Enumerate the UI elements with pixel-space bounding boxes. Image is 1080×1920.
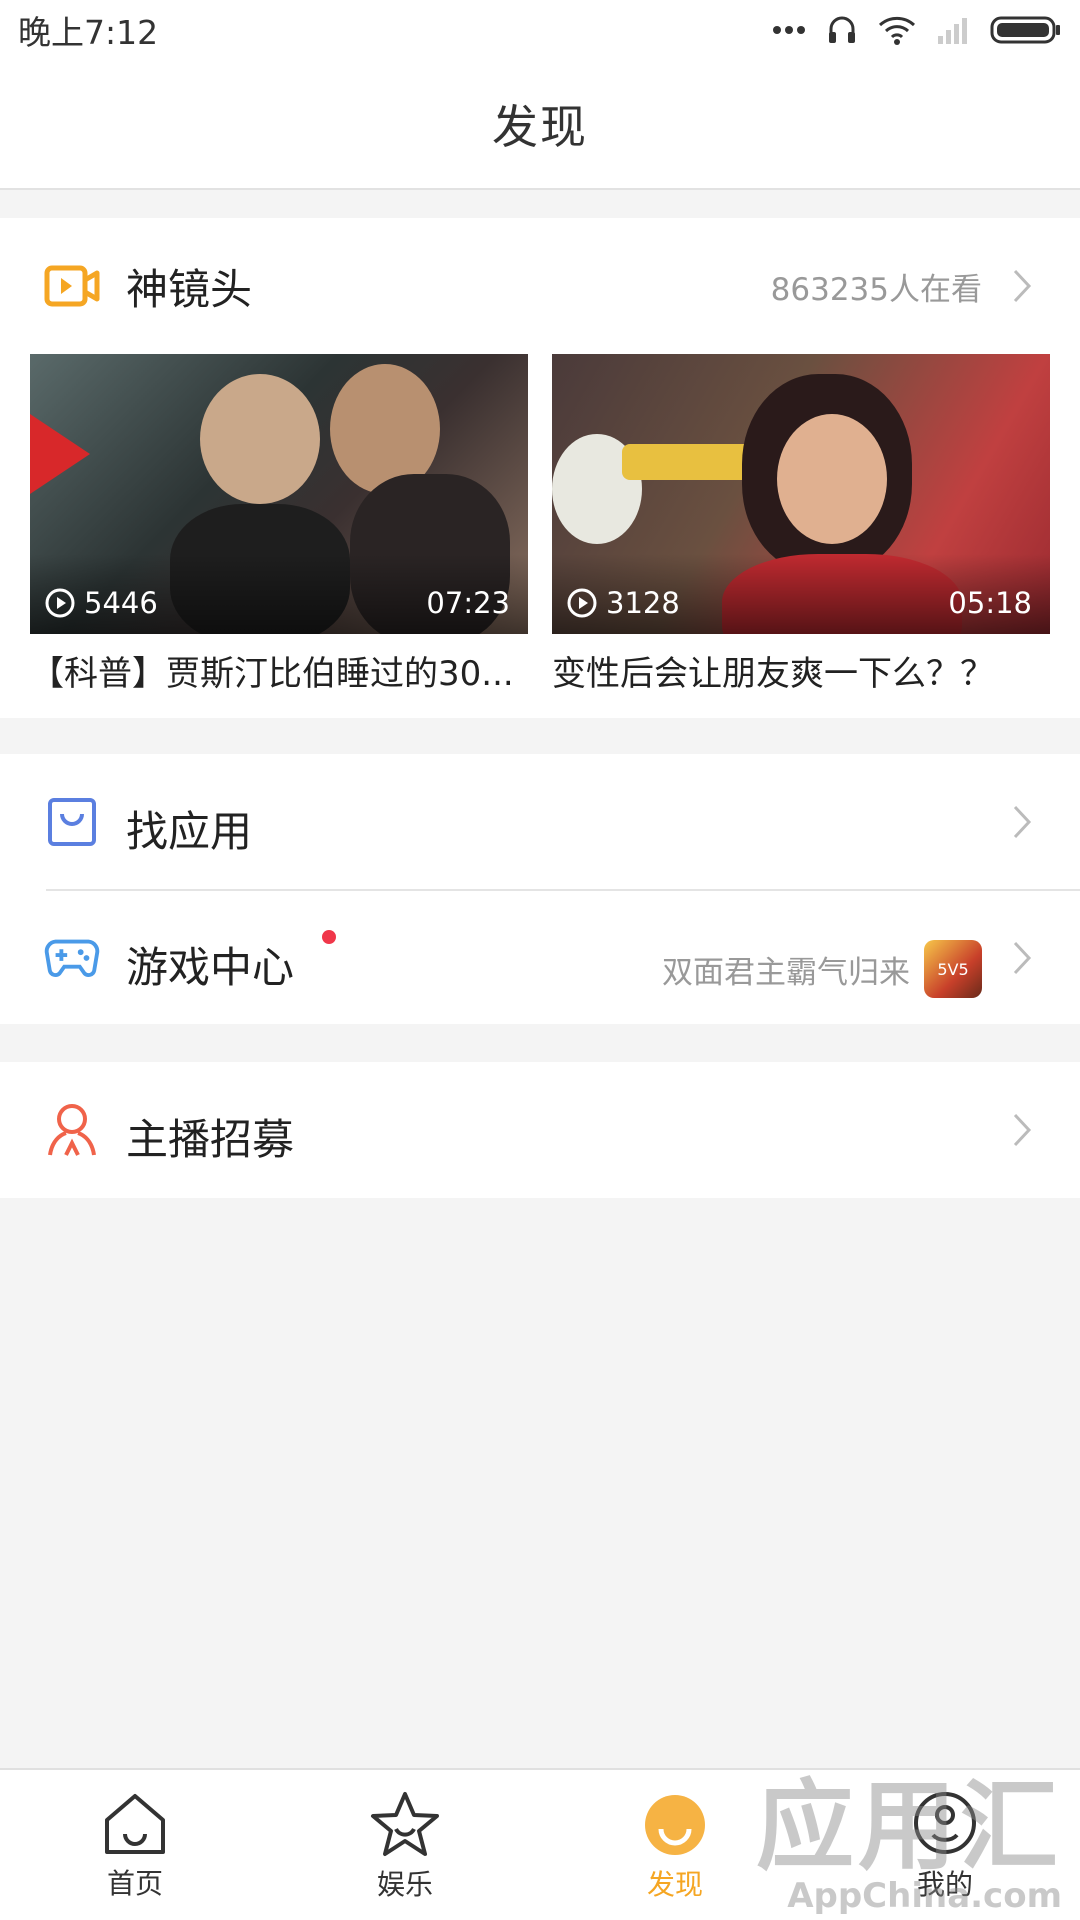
battery-icon xyxy=(990,16,1060,44)
video-camera-icon xyxy=(44,258,100,314)
video-duration: 07:23 xyxy=(426,586,510,620)
star-icon xyxy=(371,1792,439,1856)
nav-home[interactable]: 首页 xyxy=(0,1770,270,1920)
highlights-label: 神镜头 xyxy=(126,264,253,314)
chevron-right-icon xyxy=(1013,269,1032,303)
highlights-header[interactable]: 神镜头 863235人在看 xyxy=(0,218,1080,354)
notification-dot xyxy=(322,930,336,944)
discover-screen: 晚上7:12 发现 神镜头 863235人在看 5446 07:23 【科普】贾… xyxy=(0,0,1080,1920)
nav-entertainment-label: 娱乐 xyxy=(376,1868,433,1901)
game-center-row[interactable]: 游戏中心 双面君主霸气归来 5V5 xyxy=(0,890,1080,1026)
discover-icon xyxy=(645,1795,705,1855)
chevron-right-icon xyxy=(1013,805,1032,839)
play-count-value: 3128 xyxy=(606,586,680,620)
signal-icon xyxy=(938,18,967,44)
host-recruit-row[interactable]: 主播招募 xyxy=(0,1062,1080,1198)
wifi-icon xyxy=(878,16,916,45)
play-count: 3128 xyxy=(566,586,680,620)
video-item[interactable]: 3128 05:18 变性后会让朋友爽一下么？？ xyxy=(552,354,1050,695)
game-center-label: 游戏中心 xyxy=(126,943,295,992)
video-list: 5446 07:23 【科普】贾斯汀比伯睡过的30... 3128 05:18 … xyxy=(30,354,1050,704)
viewers-count: 863235人在看 xyxy=(770,271,982,308)
status-bar: 晚上7:12 xyxy=(0,0,1080,60)
game-promo: 双面君主霸气归来 5V5 xyxy=(662,940,982,998)
play-count: 5446 xyxy=(44,586,158,620)
find-apps-row[interactable]: 找应用 xyxy=(0,754,1080,890)
chevron-right-icon xyxy=(1013,941,1032,975)
gamepad-icon xyxy=(44,930,100,986)
video-title: 【科普】贾斯汀比伯睡过的30... xyxy=(30,654,514,694)
chevron-right-icon xyxy=(1013,1113,1032,1147)
highlights-card: 神镜头 863235人在看 5446 07:23 【科普】贾斯汀比伯睡过的30.… xyxy=(0,218,1080,718)
home-icon xyxy=(105,1794,165,1854)
nav-discover-label: 发现 xyxy=(646,1868,703,1901)
appchina-watermark: 应用汇 AppChina.com xyxy=(756,1778,1062,1916)
more-dots-icon xyxy=(773,26,805,34)
host-recruit-card: 主播招募 xyxy=(0,1062,1080,1198)
page-title: 发现 xyxy=(492,100,588,154)
find-apps-label: 找应用 xyxy=(126,807,253,856)
watermark-cn: 应用汇 xyxy=(755,1770,1062,1884)
game-promo-text: 双面君主霸气归来 xyxy=(662,954,910,991)
play-circle-icon xyxy=(45,588,75,618)
status-icons xyxy=(772,14,1062,46)
host-recruit-label: 主播招募 xyxy=(126,1115,295,1164)
title-bar: 发现 xyxy=(0,60,1080,190)
video-thumbnail: 5446 07:23 xyxy=(30,354,528,634)
video-item[interactable]: 5446 07:23 【科普】贾斯汀比伯睡过的30... xyxy=(30,354,528,695)
user-icon xyxy=(44,1102,100,1158)
play-circle-icon xyxy=(567,588,597,618)
shopping-bag-icon xyxy=(44,794,100,850)
play-count-value: 5446 xyxy=(84,586,158,620)
video-title: 变性后会让朋友爽一下么？？ xyxy=(552,654,994,694)
game-thumbnail-icon: 5V5 xyxy=(924,940,982,998)
nav-entertainment[interactable]: 娱乐 xyxy=(270,1770,540,1920)
video-thumbnail: 3128 05:18 xyxy=(552,354,1050,634)
watermark-en: AppChina.com xyxy=(787,1876,1062,1916)
video-duration: 05:18 xyxy=(948,586,1032,620)
nav-home-label: 首页 xyxy=(106,1867,163,1900)
menu-card: 找应用 游戏中心 双面君主霸气归来 5V5 xyxy=(0,754,1080,1024)
status-time: 晚上7:12 xyxy=(18,13,159,52)
headset-icon xyxy=(829,16,855,43)
